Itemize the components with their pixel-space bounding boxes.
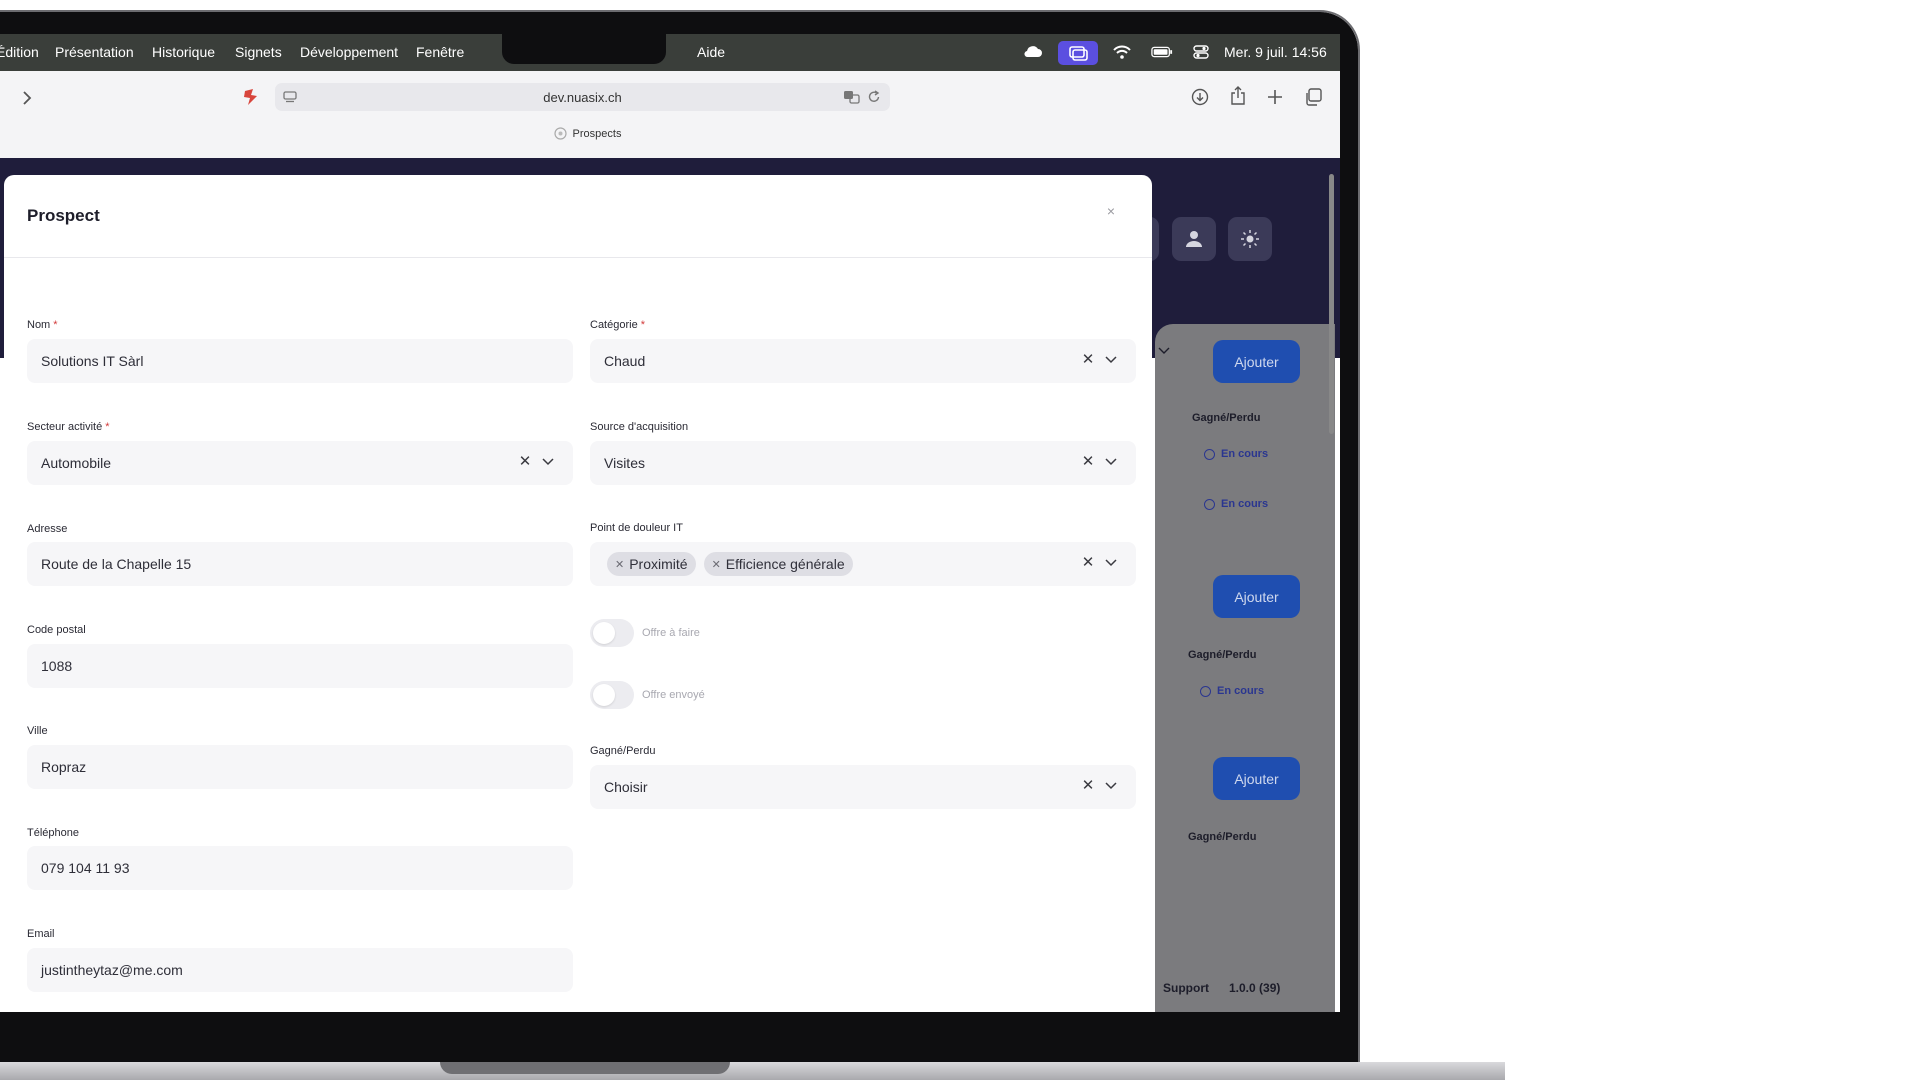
app-version: 1.0.0 (39) [1229, 981, 1281, 995]
clear-icon[interactable]: ✕ [1080, 778, 1096, 794]
categorie-select[interactable]: Chaud ✕ [590, 339, 1136, 383]
camera-notch [502, 34, 666, 64]
source-label: Source d'acquisition [590, 421, 689, 433]
won-lost-label: Gagné/Perdu [1192, 412, 1261, 424]
menu-signets[interactable]: Signets [235, 44, 282, 60]
toggle-knob [593, 622, 615, 644]
chevron-down-icon[interactable] [1103, 777, 1119, 795]
offre-envoye-toggle[interactable] [590, 681, 634, 709]
chevron-down-icon[interactable] [1158, 347, 1170, 355]
screen-mirroring-icon[interactable] [1058, 41, 1098, 65]
chip-efficience: ✕ Efficience générale [703, 552, 853, 576]
email-label: Email [27, 928, 55, 940]
profile-button[interactable] [1172, 217, 1216, 261]
extension-icon[interactable] [240, 86, 262, 108]
adresse-label: Adresse [27, 523, 68, 535]
remove-chip-icon[interactable]: ✕ [615, 558, 624, 571]
menu-edition[interactable]: Édition [0, 44, 39, 60]
laptop-base-notch [440, 1062, 730, 1074]
new-tab-icon[interactable] [1264, 86, 1286, 108]
clock-icon [1204, 498, 1215, 510]
menu-developpement[interactable]: Développement [300, 44, 398, 60]
won-lost-label: Gagné/Perdu [1188, 831, 1257, 843]
clear-icon[interactable]: ✕ [517, 454, 533, 470]
adresse-field[interactable]: Route de la Chapelle 15 [27, 542, 573, 586]
cloud-status-icon[interactable] [1022, 42, 1044, 62]
url-text[interactable]: dev.nuasix.ch [275, 90, 890, 105]
won-lost-label: Gagné/Perdu [1188, 649, 1257, 661]
clear-icon[interactable]: ✕ [1080, 454, 1096, 470]
add-button[interactable]: Ajouter [1213, 757, 1300, 800]
chevron-down-icon[interactable] [1103, 554, 1119, 572]
code-postal-field[interactable]: 1088 [27, 644, 573, 688]
prospect-modal: Prospect × Nom * Solutions IT Sàrl Secte… [4, 175, 1152, 1012]
point-douleur-label: Point de douleur IT [590, 522, 683, 534]
chevron-down-icon[interactable] [540, 453, 556, 471]
source-select[interactable]: Visites ✕ [590, 441, 1136, 485]
offre-a-faire-toggle[interactable] [590, 619, 634, 647]
close-icon[interactable]: × [1104, 203, 1118, 219]
tab-favicon-icon [553, 127, 567, 140]
toggle-knob [593, 684, 615, 706]
share-icon[interactable] [1227, 85, 1249, 107]
status-badge: En cours [1204, 448, 1268, 460]
menu-bar: Édition Présentation Historique Signets … [0, 34, 1340, 71]
offre-envoye-label: Offre envoyé [642, 689, 705, 701]
address-bar[interactable]: dev.nuasix.ch [275, 83, 890, 111]
status-badge: En cours [1204, 498, 1268, 510]
ville-field[interactable]: Ropraz [27, 745, 573, 789]
forward-chevron-icon[interactable] [16, 87, 38, 109]
translate-icon[interactable] [841, 86, 863, 108]
modal-title: Prospect [27, 206, 100, 225]
tab-title: Prospects [572, 127, 622, 140]
user-icon [1186, 231, 1202, 247]
email-field[interactable]: justintheytaz@me.com [27, 948, 573, 992]
code-postal-label: Code postal [27, 624, 86, 636]
gagne-perdu-label: Gagné/Perdu [590, 745, 656, 757]
remove-chip-icon[interactable]: ✕ [712, 558, 721, 571]
downloads-icon[interactable] [1189, 86, 1211, 108]
sun-icon [1241, 230, 1259, 248]
clear-icon[interactable]: ✕ [1080, 555, 1096, 571]
menu-historique[interactable]: Historique [152, 44, 215, 60]
nom-field[interactable]: Solutions IT Sàrl [27, 339, 573, 383]
telephone-label: Téléphone [27, 827, 79, 839]
add-button[interactable]: Ajouter [1213, 575, 1300, 618]
wifi-icon[interactable] [1111, 42, 1133, 62]
status-badge: En cours [1200, 685, 1264, 697]
chevron-down-icon[interactable] [1103, 351, 1119, 369]
theme-toggle-button[interactable] [1228, 217, 1272, 261]
battery-icon[interactable] [1151, 42, 1173, 62]
app-content-overlay [1155, 324, 1335, 1012]
chevron-down-icon[interactable] [1103, 453, 1119, 471]
chip-proximite: ✕ Proximité [607, 552, 696, 576]
menu-presentation[interactable]: Présentation [55, 44, 134, 60]
laptop-base [0, 1062, 1505, 1080]
clock-icon [1204, 448, 1215, 460]
browser-toolbar: dev.nuasix.ch Prospects [0, 71, 1340, 159]
categorie-label: Catégorie * [590, 319, 646, 331]
secteur-label: Secteur activité * [27, 421, 110, 433]
offre-a-faire-label: Offre à faire [642, 627, 700, 639]
divider [4, 257, 1152, 258]
nom-label: Nom * [27, 319, 58, 331]
menubar-datetime[interactable]: Mer. 9 juil. 14:56 [1224, 44, 1327, 60]
page-scrollbar[interactable] [1329, 174, 1334, 434]
ville-label: Ville [27, 725, 48, 737]
support-link[interactable]: Support [1163, 981, 1209, 995]
menu-aide[interactable]: Aide [697, 44, 725, 60]
gagne-perdu-select[interactable]: Choisir ✕ [590, 765, 1136, 809]
add-button[interactable]: Ajouter [1213, 340, 1300, 383]
reload-icon[interactable] [863, 86, 885, 108]
tab-overview-icon[interactable] [1302, 86, 1324, 108]
active-tab[interactable]: Prospects [0, 127, 1175, 140]
screen: Édition Présentation Historique Signets … [0, 34, 1340, 1012]
clock-icon [1200, 685, 1211, 697]
clear-icon[interactable]: ✕ [1080, 352, 1096, 368]
menu-fenetre[interactable]: Fenêtre [416, 44, 464, 60]
telephone-field[interactable]: 079 104 11 93 [27, 846, 573, 890]
point-douleur-select[interactable]: ✕ Proximité ✕ Efficience générale ✕ [590, 542, 1136, 586]
secteur-select[interactable]: Automobile ✕ [27, 441, 573, 485]
control-center-icon[interactable] [1190, 42, 1212, 62]
